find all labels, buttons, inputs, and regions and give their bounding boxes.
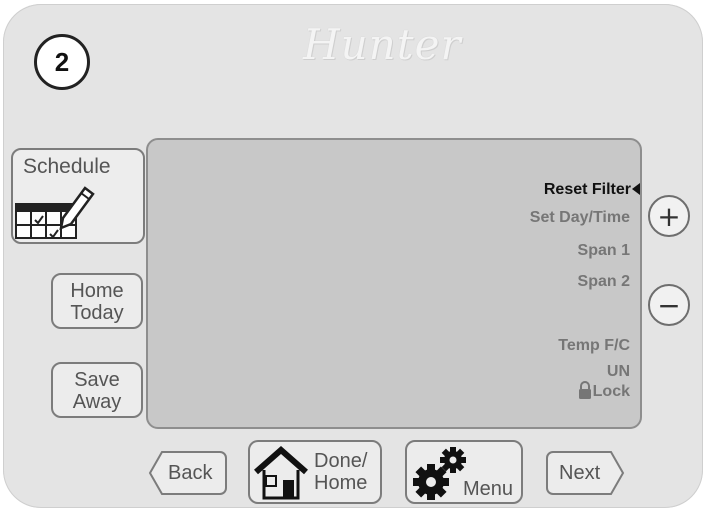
back-label: Back (168, 462, 213, 484)
unlock-label-top: UN (606, 363, 630, 380)
calendar-pencil-icon (15, 186, 95, 239)
menu-item-label: Reset Filter (543, 181, 631, 198)
home-today-label-line1: Home (70, 280, 124, 302)
step-badge: 2 (34, 34, 90, 90)
done-home-button[interactable]: Done/ Home (248, 440, 382, 504)
menu-button[interactable]: Menu (405, 440, 523, 504)
gears-icon (413, 447, 466, 500)
schedule-label: Schedule (23, 155, 111, 178)
menu-item-label: Set Day/Time (529, 209, 630, 226)
save-away-label-line2: Away (72, 391, 122, 413)
menu-label: Menu (463, 478, 514, 500)
done-home-label-line2: Home (314, 472, 368, 494)
unlock-label-bottom: Lock (592, 383, 630, 400)
back-button[interactable]: Back (148, 450, 228, 496)
save-away-button[interactable]: Save Away (51, 362, 143, 418)
menu-item-label: Temp F/C (558, 337, 630, 354)
selection-arrow-icon (632, 183, 640, 195)
menu-item-reset-filter[interactable]: Reset Filter (544, 181, 640, 199)
next-button[interactable]: Next (545, 450, 625, 496)
brand-logo: Hunter (303, 20, 462, 69)
menu-item-label: Span 1 (577, 242, 630, 259)
house-icon (254, 446, 308, 500)
menu-item-span-2[interactable]: Span 2 (578, 273, 630, 291)
home-today-button[interactable]: Home Today (51, 273, 143, 329)
lcd-screen: Reset Filter Set Day/Time Span 1 Span 2 … (146, 138, 642, 429)
next-label: Next (559, 462, 601, 484)
menu-item-label: Span 2 (577, 273, 630, 290)
schedule-button[interactable]: Schedule (11, 148, 145, 244)
menu-item-span-1[interactable]: Span 1 (578, 242, 630, 260)
menu-item-set-day-time[interactable]: Set Day/Time (530, 209, 630, 227)
home-today-label-line2: Today (70, 302, 124, 324)
menu-item-temp-f-c[interactable]: Temp F/C (558, 337, 630, 355)
thermostat-device: 2 Hunter Schedule Home Today Save Away R… (3, 4, 703, 508)
lock-icon (578, 381, 591, 399)
menu-item-unlock[interactable]: UN Lock (578, 363, 630, 401)
save-away-label-line1: Save (74, 369, 120, 391)
minus-button[interactable]: − (648, 284, 690, 326)
done-home-label-line1: Done/ (314, 450, 368, 472)
plus-button[interactable]: + (648, 195, 690, 237)
